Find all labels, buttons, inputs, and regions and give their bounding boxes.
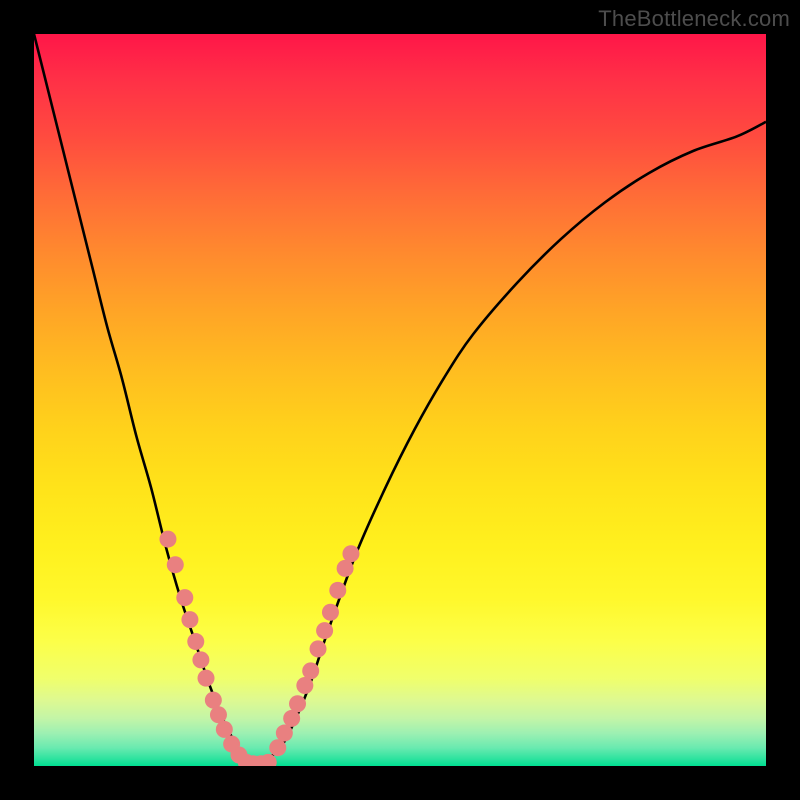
threshold-dot <box>316 622 333 639</box>
threshold-dot <box>176 589 193 606</box>
threshold-dot <box>159 531 176 548</box>
threshold-dot <box>342 545 359 562</box>
chart-frame: TheBottleneck.com <box>0 0 800 800</box>
threshold-dot <box>269 739 286 756</box>
plot-area <box>34 34 766 766</box>
threshold-dot <box>276 725 293 742</box>
threshold-dot <box>205 692 222 709</box>
chart-svg <box>34 34 766 766</box>
bottleneck-curve <box>34 34 766 766</box>
threshold-dot <box>181 611 198 628</box>
threshold-dot <box>329 582 346 599</box>
watermark-text: TheBottleneck.com <box>598 6 790 32</box>
threshold-dot <box>210 706 227 723</box>
threshold-dots <box>159 531 359 766</box>
threshold-dot <box>192 651 209 668</box>
threshold-dot <box>322 604 339 621</box>
threshold-dot <box>187 633 204 650</box>
threshold-dot <box>310 640 327 657</box>
threshold-dot <box>216 721 233 738</box>
threshold-dot <box>167 556 184 573</box>
threshold-dot <box>337 560 354 577</box>
threshold-dot <box>302 662 319 679</box>
threshold-dot <box>289 695 306 712</box>
threshold-dot <box>198 670 215 687</box>
threshold-dot <box>283 710 300 727</box>
threshold-dot <box>296 677 313 694</box>
